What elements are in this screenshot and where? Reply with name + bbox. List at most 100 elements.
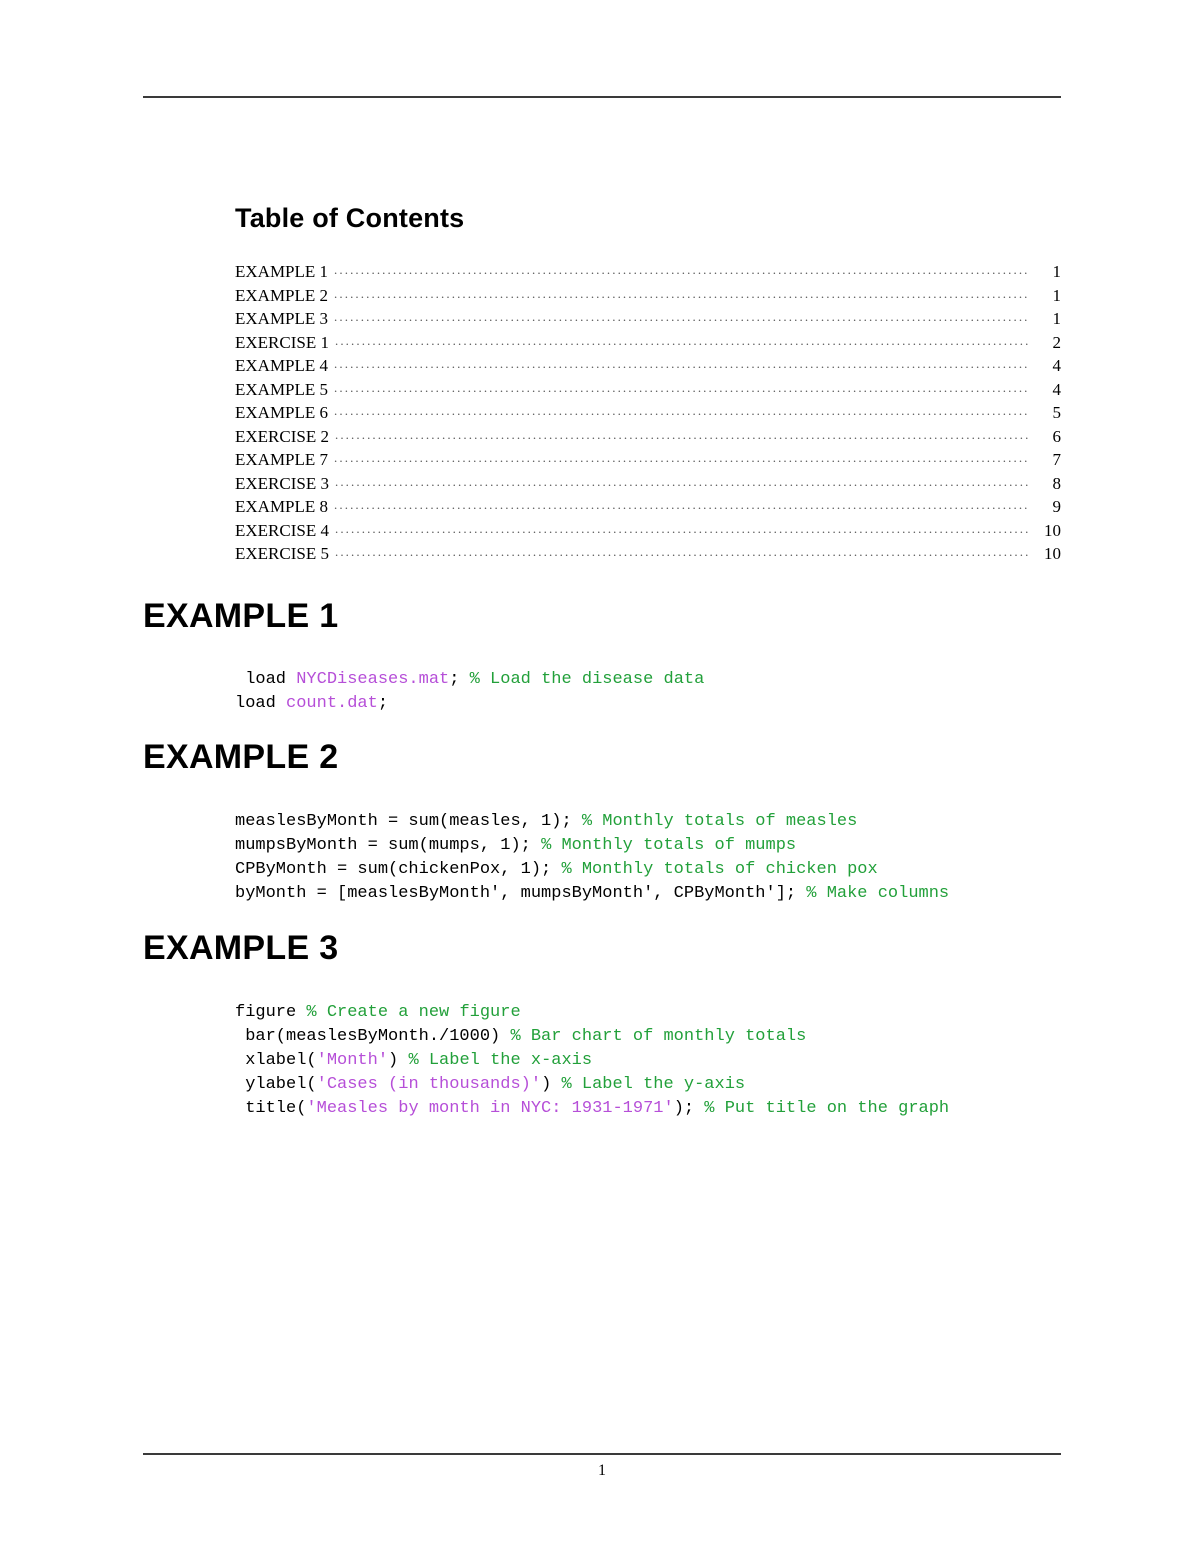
toc-entry-label: EXERCISE 2 bbox=[235, 426, 329, 446]
code-line: measlesByMonth = sum(measles, 1); % Mont… bbox=[235, 810, 1065, 834]
code-token-plain: ylabel( bbox=[235, 1075, 317, 1094]
toc-entry-label: EXERCISE 4 bbox=[235, 520, 329, 540]
code-line: xlabel('Month') % Label the x-axis bbox=[235, 1049, 1065, 1073]
code-line: byMonth = [measlesByMonth', mumpsByMonth… bbox=[235, 882, 1065, 906]
table-of-contents-title: Table of Contents bbox=[235, 203, 465, 233]
toc-entry-page: 4 bbox=[1052, 356, 1062, 375]
page-number: 1 bbox=[598, 1462, 606, 1479]
code-token-comment: % Make columns bbox=[806, 884, 950, 903]
toc-entry-page: 1 bbox=[1052, 309, 1062, 328]
toc-entry-page: 4 bbox=[1052, 379, 1062, 399]
code-line: CPByMonth = sum(chickenPox, 1); % Monthl… bbox=[235, 858, 1065, 882]
toc-entry-label: EXAMPLE 3 bbox=[235, 309, 329, 328]
toc-leader-dots: ........................................… bbox=[334, 310, 1030, 324]
toc-entry-page: 10 bbox=[1044, 544, 1061, 563]
toc-leader-dots: ........................................… bbox=[334, 333, 1030, 348]
code-block-example-2: measlesByMonth = sum(measles, 1); % Mont… bbox=[235, 810, 1065, 906]
code-token-comment: % Bar chart of monthly totals bbox=[510, 1027, 807, 1046]
toc-entry-label: EXERCISE 3 bbox=[235, 473, 329, 493]
toc-entry[interactable]: EXAMPLE 6...............................… bbox=[235, 403, 1061, 427]
footer-rule bbox=[143, 1453, 1061, 1455]
toc-entry-label: EXAMPLE 2 bbox=[235, 285, 329, 305]
code-token-plain: measlesByMonth = sum(measles, 1); bbox=[235, 812, 582, 831]
toc-entry[interactable]: EXAMPLE 5...............................… bbox=[235, 380, 1061, 404]
code-token-comment: % Monthly totals of chicken pox bbox=[561, 860, 878, 879]
toc-entry-page: 7 bbox=[1052, 450, 1062, 469]
code-token-string: 'Month' bbox=[316, 1051, 389, 1070]
toc-entry-label: EXAMPLE 6 bbox=[235, 403, 329, 422]
table-of-contents-list: EXAMPLE 1...............................… bbox=[235, 262, 1061, 568]
code-line: ylabel('Cases (in thousands)') % Label t… bbox=[235, 1073, 1065, 1097]
toc-entry-page: 8 bbox=[1052, 473, 1062, 493]
code-token-plain: figure bbox=[235, 1003, 307, 1022]
code-line: load count.dat; bbox=[235, 692, 1065, 716]
code-token-plain: load bbox=[235, 670, 297, 689]
code-token-plain: bar(measlesByMonth./1000) bbox=[235, 1027, 511, 1046]
code-line: mumpsByMonth = sum(mumps, 1); % Monthly … bbox=[235, 834, 1065, 858]
header-rule bbox=[143, 96, 1061, 98]
toc-leader-dots: ........................................… bbox=[334, 545, 1030, 559]
toc-entry[interactable]: EXERCISE 1..............................… bbox=[235, 333, 1061, 357]
toc-entry[interactable]: EXAMPLE 3...............................… bbox=[235, 309, 1061, 333]
toc-entry-page: 10 bbox=[1044, 520, 1061, 540]
toc-entry[interactable]: EXAMPLE 1...............................… bbox=[235, 262, 1061, 286]
toc-entry[interactable]: EXAMPLE 8...............................… bbox=[235, 497, 1061, 521]
toc-entry-label: EXERCISE 1 bbox=[235, 332, 329, 352]
code-token-comment: % Create a new figure bbox=[306, 1003, 521, 1022]
code-block-example-3: figure % Create a new figure bar(measles… bbox=[235, 1001, 1065, 1121]
document-page: Table of Contents EXAMPLE 1.............… bbox=[0, 0, 1200, 1553]
toc-entry-page: 6 bbox=[1052, 426, 1062, 446]
code-token-plain: ; bbox=[449, 670, 470, 689]
toc-entry-label: EXERCISE 5 bbox=[235, 544, 329, 563]
toc-entry[interactable]: EXAMPLE 2...............................… bbox=[235, 286, 1061, 310]
toc-leader-dots: ........................................… bbox=[334, 521, 1030, 536]
code-token-plain: ; bbox=[377, 694, 389, 713]
toc-leader-dots: ........................................… bbox=[334, 357, 1030, 371]
code-token-plain: ) bbox=[388, 1051, 409, 1070]
toc-leader-dots: ........................................… bbox=[334, 404, 1030, 418]
toc-entry[interactable]: EXAMPLE 4...............................… bbox=[235, 356, 1061, 380]
toc-entry-page: 1 bbox=[1052, 262, 1062, 281]
code-line: title('Measles by month in NYC: 1931-197… bbox=[235, 1097, 1065, 1121]
code-token-comment: % Monthly totals of measles bbox=[581, 812, 858, 831]
toc-leader-dots: ........................................… bbox=[334, 427, 1030, 442]
code-token-string: 'Measles by month in NYC: 1931-1971' bbox=[306, 1099, 674, 1118]
toc-entry-label: EXAMPLE 8 bbox=[235, 497, 329, 516]
toc-entry-page: 5 bbox=[1052, 403, 1062, 422]
code-line: bar(measlesByMonth./1000) % Bar chart of… bbox=[235, 1025, 1065, 1049]
toc-entry-label: EXAMPLE 1 bbox=[235, 262, 329, 281]
code-token-plain: mumpsByMonth = sum(mumps, 1); bbox=[235, 836, 542, 855]
code-token-comment: % Label the y-axis bbox=[561, 1075, 746, 1094]
toc-entry[interactable]: EXAMPLE 7...............................… bbox=[235, 450, 1061, 474]
code-line: figure % Create a new figure bbox=[235, 1001, 1065, 1025]
toc-entry-page: 1 bbox=[1052, 285, 1062, 305]
section-heading-example-2: EXAMPLE 2 bbox=[143, 738, 339, 776]
code-token-plain: ); bbox=[673, 1099, 705, 1118]
toc-entry[interactable]: EXERCISE 5..............................… bbox=[235, 544, 1061, 568]
code-line: load NYCDiseases.mat; % Load the disease… bbox=[235, 668, 1065, 692]
toc-entry-label: EXAMPLE 5 bbox=[235, 379, 329, 399]
toc-leader-dots: ........................................… bbox=[334, 451, 1030, 465]
toc-entry-page: 9 bbox=[1052, 497, 1062, 516]
code-token-plain: CPByMonth = sum(chickenPox, 1); bbox=[235, 860, 562, 879]
code-token-plain: load bbox=[235, 694, 287, 713]
toc-entry-label: EXAMPLE 7 bbox=[235, 450, 329, 469]
code-token-plain: title( bbox=[235, 1099, 307, 1118]
toc-entry-label: EXAMPLE 4 bbox=[235, 356, 329, 375]
toc-entry[interactable]: EXERCISE 2..............................… bbox=[235, 427, 1061, 451]
code-block-example-1: load NYCDiseases.mat; % Load the disease… bbox=[235, 668, 1065, 716]
toc-leader-dots: ........................................… bbox=[334, 286, 1030, 301]
toc-leader-dots: ........................................… bbox=[334, 498, 1030, 512]
toc-entry[interactable]: EXERCISE 4..............................… bbox=[235, 521, 1061, 545]
code-token-comment: % Label the x-axis bbox=[408, 1051, 593, 1070]
toc-leader-dots: ........................................… bbox=[334, 380, 1030, 395]
code-token-string: count.dat bbox=[286, 694, 378, 713]
section-heading-example-3: EXAMPLE 3 bbox=[143, 929, 339, 967]
toc-entry-page: 2 bbox=[1052, 332, 1062, 352]
section-heading-example-1: EXAMPLE 1 bbox=[143, 597, 339, 635]
code-token-comment: % Put title on the graph bbox=[704, 1099, 950, 1118]
code-token-string: NYCDiseases.mat bbox=[296, 670, 450, 689]
code-token-plain: byMonth = [measlesByMonth', mumpsByMonth… bbox=[235, 884, 807, 903]
toc-entry[interactable]: EXERCISE 3..............................… bbox=[235, 474, 1061, 498]
code-token-plain: ) bbox=[541, 1075, 562, 1094]
